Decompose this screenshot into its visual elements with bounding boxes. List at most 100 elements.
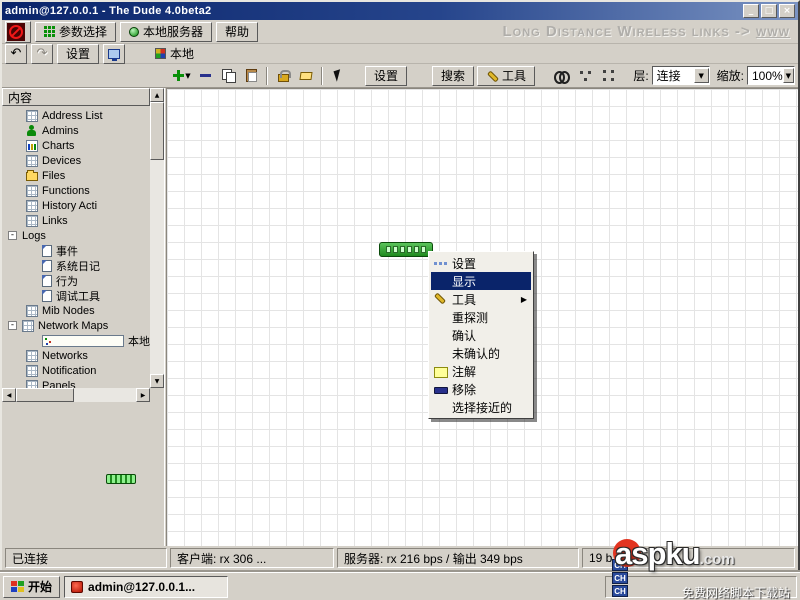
help-button[interactable]: 帮助 (216, 21, 259, 42)
discover-button[interactable] (552, 66, 572, 86)
layer-select[interactable]: 连接 ▼ (651, 66, 710, 85)
local-server-button[interactable]: 本地服务器 (120, 21, 213, 42)
menu-item-label: 显示 (452, 274, 477, 289)
app-window: admin@127.0.0.1 - The Dude 4.0beta2 _ □ … (0, 0, 800, 572)
redo-button[interactable]: ↷ (31, 43, 53, 64)
tree-item-network-maps[interactable]: - Network Maps (2, 318, 150, 333)
tree-item-mib-nodes[interactable]: Mib Nodes (2, 303, 150, 318)
taskbar-task-button[interactable]: admin@127.0.0.1... (64, 575, 229, 598)
tree-item-admins[interactable]: Admins (2, 123, 150, 138)
context-menu-item[interactable]: 注解 (431, 362, 531, 380)
copy-button[interactable] (218, 66, 238, 86)
tree-item-调试工具[interactable]: 调试工具 (2, 288, 150, 303)
tree-item-functions[interactable]: Functions (2, 183, 150, 198)
sidebar: 内容 Address List Admins Charts Devices Files F… (2, 88, 164, 546)
ime-ch-icon[interactable]: CH (612, 585, 628, 597)
add-dropdown-arrow-icon[interactable]: ▼ (185, 72, 190, 80)
binoculars-icon (554, 70, 571, 84)
scroll-down-icon[interactable]: ▼ (150, 374, 164, 388)
expander-minus-icon[interactable]: - (8, 321, 17, 330)
blank-icon (433, 327, 448, 343)
device-node[interactable] (379, 242, 433, 257)
start-button[interactable]: 开始 (3, 575, 61, 598)
hscroll-thumb[interactable] (16, 388, 74, 402)
tools-button[interactable]: 工具 (477, 65, 536, 86)
tree-item-label: Admins (42, 124, 79, 137)
tree-item-行为[interactable]: 行为 (2, 273, 150, 288)
context-menu-item[interactable]: 设置 (431, 254, 531, 272)
page-icon (42, 274, 52, 287)
menu-item-label: 重探测 (452, 310, 489, 325)
titlebar[interactable]: admin@127.0.0.1 - The Dude 4.0beta2 _ □ … (2, 2, 798, 20)
ime-ch-icon[interactable]: CH (612, 572, 628, 584)
tree-item-history-acti[interactable]: History Acti (2, 198, 150, 213)
tree-item-panels[interactable]: Panels (2, 378, 150, 388)
minimize-button[interactable]: _ (743, 4, 759, 18)
context-menu-item[interactable]: 未确认的 (431, 344, 531, 362)
context-menu-item[interactable]: 移除 (431, 380, 531, 398)
tree-item-label: 事件 (56, 245, 78, 258)
tree-hscrollbar[interactable]: ◀ ▶ (2, 388, 150, 402)
close-button[interactable]: × (779, 4, 795, 18)
cursor-arrow-icon (332, 69, 344, 82)
maximize-button[interactable]: □ (761, 4, 777, 18)
tree-item-links[interactable]: Links (2, 213, 150, 228)
table-icon (26, 109, 38, 122)
context-menu-item[interactable]: 显示 (431, 272, 531, 290)
scroll-right-icon[interactable]: ▶ (136, 388, 150, 402)
table-icon (22, 319, 34, 332)
undo-button[interactable]: ↶ (5, 43, 27, 64)
map-settings-button[interactable]: 设置 (365, 65, 408, 86)
search-button[interactable]: 搜索 (432, 65, 475, 86)
tree-item-label: Links (42, 214, 68, 227)
chart-icon (26, 139, 38, 152)
tree-item-files[interactable]: Files (2, 168, 150, 183)
add-device-button[interactable]: ▼ (172, 66, 192, 86)
context-menu-item[interactable]: 工具 ▶ (431, 290, 531, 308)
scroll-up-icon[interactable]: ▲ (150, 88, 164, 102)
tree-item-本地[interactable]: 本地 (2, 333, 150, 348)
hscroll-track[interactable] (74, 388, 136, 402)
preferences-button[interactable]: 参数选择 (35, 21, 117, 42)
context-menu-item[interactable]: 确认 (431, 326, 531, 344)
wireless-links-watermark: Long Distance Wireless links -> www (503, 23, 796, 40)
menu-item-label: 工具 (452, 292, 477, 307)
remove-item-button[interactable] (195, 66, 215, 86)
export-button[interactable] (103, 43, 126, 64)
tree-vscrollbar[interactable]: ▲ ▼ (150, 88, 164, 388)
tree-item-networks[interactable]: Networks (2, 348, 150, 363)
select-tool-button[interactable] (328, 66, 348, 86)
disconnect-button[interactable] (5, 20, 31, 43)
www-link[interactable]: www (756, 23, 790, 40)
settings-button[interactable]: 设置 (57, 43, 100, 64)
layout-button[interactable] (575, 66, 595, 86)
zoom-select[interactable]: 100% ▼ (747, 66, 795, 85)
map-canvas[interactable]: 设置显示 工具 ▶ 重探测 确认 未确认的 注解 移除 选择接近的 (167, 88, 798, 546)
plus-icon (173, 70, 185, 81)
tree-item-charts[interactable]: Charts (2, 138, 150, 153)
tree-item-logs[interactable]: - Logs (2, 228, 150, 243)
tree-item-系统日记[interactable]: 系统日记 (2, 258, 150, 273)
settings-icon (433, 255, 448, 271)
tree-item-事件[interactable]: 事件 (2, 243, 150, 258)
vscroll-thumb[interactable] (150, 102, 164, 160)
tab-local-map[interactable]: 本地 (155, 45, 194, 62)
tree-item-devices[interactable]: Devices (2, 153, 150, 168)
lock-button[interactable] (273, 66, 293, 86)
layout-grid-button[interactable] (598, 66, 618, 86)
layer-dropdown-arrow-icon[interactable]: ▼ (693, 68, 709, 83)
tree-item-label: Network Maps (38, 319, 109, 332)
expander-minus-icon[interactable]: - (8, 231, 17, 240)
context-menu-item[interactable]: 重探测 (431, 308, 531, 326)
tree-item-notification[interactable]: Notification (2, 363, 150, 378)
paste-button[interactable] (241, 66, 261, 86)
tree-item-address-list[interactable]: Address List (2, 108, 150, 123)
zoom-dropdown-arrow-icon[interactable]: ▼ (782, 68, 794, 83)
scroll-left-icon[interactable]: ◀ (2, 388, 16, 402)
table-icon (26, 184, 38, 197)
main-area: 内容 Address List Admins Charts Devices Files F… (2, 88, 798, 546)
context-menu-item[interactable]: 选择接近的 (431, 398, 531, 416)
label-button[interactable] (296, 66, 316, 86)
vscroll-track[interactable] (150, 160, 164, 374)
map-tab-label: 本地 (170, 47, 195, 61)
